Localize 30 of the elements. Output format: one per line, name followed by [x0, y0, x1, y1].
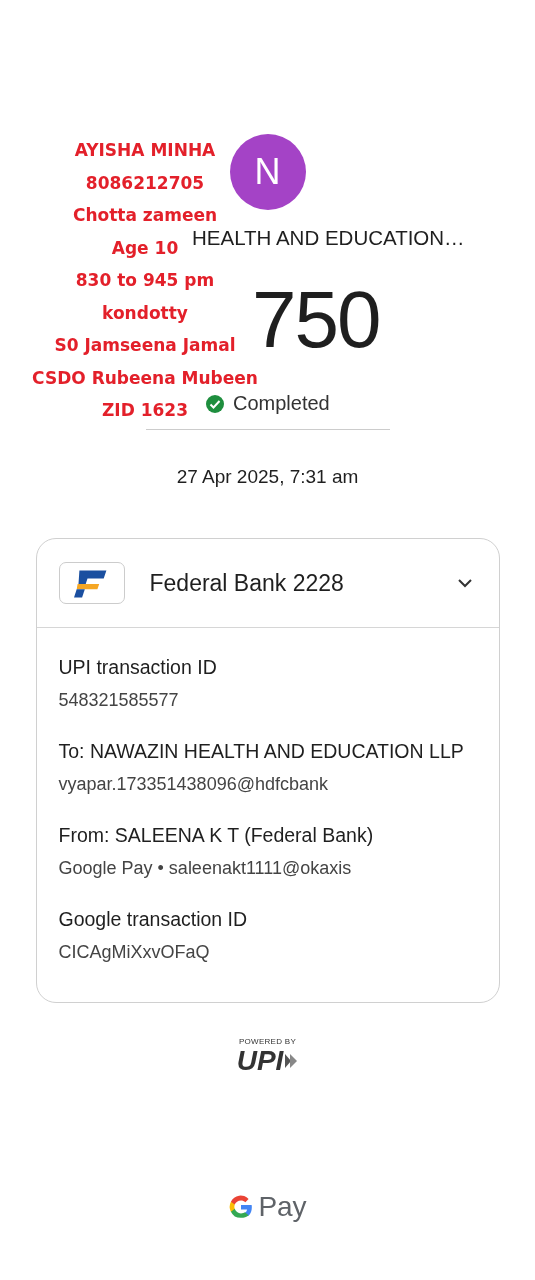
google-g-icon	[228, 1194, 255, 1220]
annotation-text: ZID 1623	[102, 399, 188, 422]
annotation-text: 830 to 945 pm	[75, 269, 215, 292]
avatar: N	[229, 134, 306, 210]
annotation-text: Chotta zameen	[72, 204, 218, 227]
detail-value: vyapar.173351438096@hdfcbank	[58, 773, 329, 796]
annotation-text: kondotty	[102, 301, 188, 325]
payee-name: HEALTH AND EDUCATION…	[192, 226, 465, 250]
annotation-text: CSDO Rubeena Mubeen	[32, 366, 258, 390]
detail-label: Google transaction ID	[58, 907, 249, 932]
detail-label: To: NAWAZIN HEALTH AND EDUCATION LLP	[58, 739, 465, 764]
bank-logo	[58, 562, 125, 604]
powered-by-text: POWERED BY	[238, 1037, 297, 1046]
detail-value: Google Pay • saleenakt1111@okaxis	[58, 857, 353, 880]
detail-value: CICAgMiXxvOFaQ	[58, 941, 211, 964]
annotation-text: S0 Jamseena Jamal	[54, 334, 236, 357]
annotation-text: AYISHA MINHA	[74, 139, 216, 162]
upi-logo-text: UPI	[236, 1046, 284, 1076]
amount: 750	[252, 280, 380, 360]
transaction-date: 27 Apr 2025, 7:31 am	[176, 466, 359, 488]
detail-value: 548321585577	[58, 689, 180, 712]
annotation-text: Age 10	[111, 236, 179, 260]
annotation-text: 8086212705	[85, 171, 205, 195]
check-circle-icon	[205, 393, 225, 414]
double-arrow-icon	[284, 1053, 299, 1069]
detail-label: UPI transaction ID	[58, 655, 218, 680]
pay-logo-text: Pay	[258, 1191, 307, 1223]
detail-label: From: SALEENA K T (Federal Bank)	[58, 823, 375, 848]
bank-account-name: Federal Bank 2228	[149, 569, 345, 597]
status-text: Completed	[233, 392, 330, 415]
